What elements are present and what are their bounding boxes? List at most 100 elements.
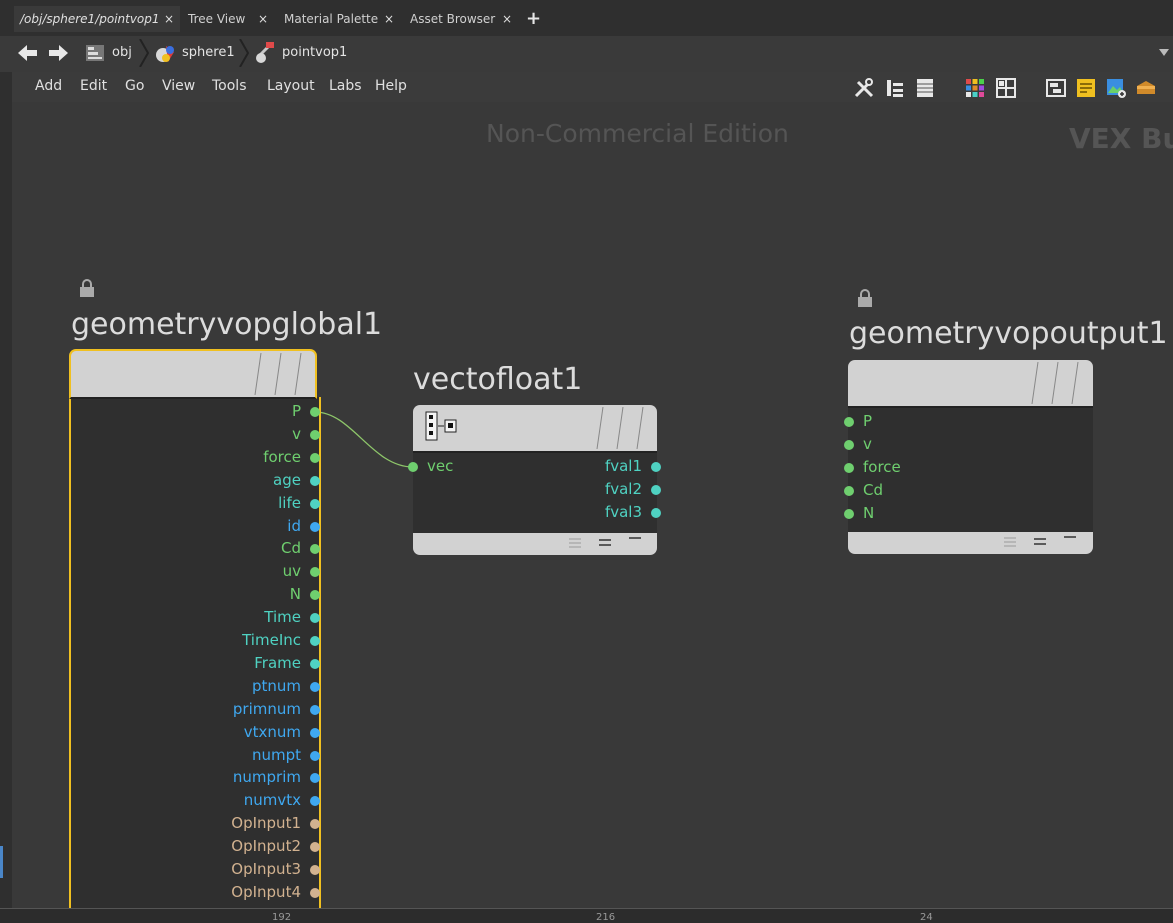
port-label: fval3	[604, 503, 642, 521]
menu-labs[interactable]: Labs	[329, 78, 362, 94]
port-label: force	[263, 447, 301, 466]
node-title-vectofloat1[interactable]: vectofloat1	[413, 362, 582, 397]
port-label: v	[292, 424, 301, 443]
tab-label: Material Palette	[284, 12, 379, 26]
pointvop-icon	[256, 42, 274, 63]
port-connector[interactable]	[310, 704, 320, 715]
port-connector[interactable]	[310, 636, 320, 646]
menu-tools[interactable]: Tools	[212, 78, 247, 94]
port-connector[interactable]	[310, 727, 320, 738]
port-connector[interactable]	[310, 475, 320, 486]
path-bar: obj sphere1 pointvop1	[0, 36, 1173, 70]
port-label: N	[863, 503, 875, 522]
port-connector[interactable]	[310, 498, 320, 509]
sticky-note-icon[interactable]	[1075, 77, 1097, 99]
left-pane-indicator	[0, 846, 3, 878]
subnet-icon[interactable]	[1135, 77, 1157, 99]
tab-asset-browser[interactable]: Asset Browser ×	[404, 6, 518, 32]
node-title-geometryvopglobal1[interactable]: geometryvopglobal1	[71, 307, 382, 342]
port-label: v	[863, 434, 872, 453]
menu-go[interactable]: Go	[125, 78, 144, 94]
port-label: OpInput4	[231, 882, 301, 901]
port-label: uv	[282, 562, 301, 581]
image-add-icon[interactable]	[1105, 77, 1127, 99]
lock-icon[interactable]	[78, 278, 96, 298]
menu-view[interactable]: View	[162, 78, 195, 94]
left-pane-strip	[0, 72, 12, 922]
tab-label: /obj/sphere1/pointvop1	[20, 12, 160, 26]
port-connector[interactable]	[310, 407, 320, 417]
port-connector[interactable]	[844, 485, 854, 496]
node-header-geometryvopoutput1[interactable]	[848, 360, 1093, 408]
node-header-geometryvopglobal1[interactable]	[69, 349, 317, 399]
chevron-down-icon[interactable]	[1158, 46, 1170, 58]
tree-icon[interactable]	[884, 77, 906, 99]
ruler-tick: 192	[272, 912, 292, 923]
menu-add[interactable]: Add	[35, 78, 62, 94]
node-title-geometryvopoutput1[interactable]: geometryvopoutput1	[849, 316, 1168, 351]
node-footer-vectofloat1[interactable]	[413, 533, 657, 555]
node-footer-geometryvopoutput1[interactable]	[848, 532, 1093, 554]
network-box-icon[interactable]	[1045, 77, 1067, 99]
menu-bar: Add Edit Go View Tools Layout Labs Help	[12, 72, 1173, 103]
network-canvas[interactable]: Non-Commercial Edition VEX Bui geometryv…	[12, 102, 1173, 908]
port-connector[interactable]	[310, 887, 320, 898]
port-label: TimeInc	[242, 631, 301, 649]
close-icon[interactable]: ×	[502, 6, 512, 32]
port-label: vtxnum	[243, 722, 301, 741]
tab-pointvop1[interactable]: /obj/sphere1/pointvop1 ×	[14, 6, 180, 32]
close-icon[interactable]: ×	[258, 6, 268, 32]
menu-help[interactable]: Help	[375, 78, 407, 94]
port-label: N	[289, 585, 301, 604]
port-label: force	[863, 457, 901, 476]
port-connector[interactable]	[310, 452, 320, 463]
node-collapse-icons[interactable]	[998, 534, 1088, 552]
menu-edit[interactable]: Edit	[80, 78, 107, 94]
port-connector[interactable]	[310, 750, 320, 761]
forward-arrow-icon[interactable]	[46, 42, 70, 64]
breadcrumb-pointvop1[interactable]: pointvop1	[282, 41, 347, 65]
lock-icon[interactable]	[856, 288, 874, 308]
wrench-icon[interactable]	[853, 77, 875, 99]
port-connector[interactable]	[651, 508, 661, 518]
close-icon[interactable]: ×	[164, 6, 174, 32]
tab-tree-view[interactable]: Tree View ×	[182, 6, 274, 32]
list-icon[interactable]	[914, 77, 936, 99]
port-connector[interactable]	[310, 658, 320, 669]
node-collapse-icons[interactable]	[563, 535, 653, 553]
port-connector[interactable]	[651, 462, 661, 472]
port-label: vec	[427, 457, 454, 475]
port-connector[interactable]	[310, 865, 320, 875]
port-connector[interactable]	[844, 462, 854, 473]
port-connector[interactable]	[844, 508, 854, 519]
port-connector[interactable]	[844, 417, 854, 427]
menu-layout[interactable]: Layout	[267, 78, 315, 94]
grid-color-icon[interactable]	[964, 77, 986, 99]
sphere-geo-icon	[156, 46, 174, 62]
breadcrumb-sphere1[interactable]: sphere1	[182, 41, 235, 65]
port-connector[interactable]	[844, 439, 854, 450]
add-tab-button[interactable]: +	[526, 6, 541, 32]
port-connector[interactable]	[310, 429, 320, 440]
back-arrow-icon[interactable]	[16, 42, 40, 64]
close-icon[interactable]: ×	[384, 6, 394, 32]
port-label: OpInput2	[231, 837, 301, 856]
port-label: Cd	[281, 539, 301, 558]
bottom-ruler: 192 216 24	[0, 908, 1173, 923]
grid-icon[interactable]	[995, 77, 1017, 99]
port-label: fval1	[604, 457, 642, 475]
port-connector[interactable]	[310, 681, 320, 692]
tab-label: Tree View	[188, 12, 246, 26]
node-header-vectofloat1[interactable]	[413, 405, 657, 453]
port-connector[interactable]	[310, 521, 320, 532]
port-label: numprim	[232, 768, 301, 787]
ruler-tick: 24	[920, 912, 933, 923]
breadcrumb-obj[interactable]: obj	[112, 41, 132, 65]
tab-material-palette[interactable]: Material Palette ×	[278, 6, 400, 32]
port-label: ptnum	[251, 676, 301, 695]
port-label: P	[291, 402, 301, 420]
breadcrumb-separator-icon	[239, 39, 250, 67]
port-label: OpInput3	[231, 860, 301, 878]
port-connector[interactable]	[408, 462, 418, 472]
port-connector[interactable]	[651, 485, 661, 495]
